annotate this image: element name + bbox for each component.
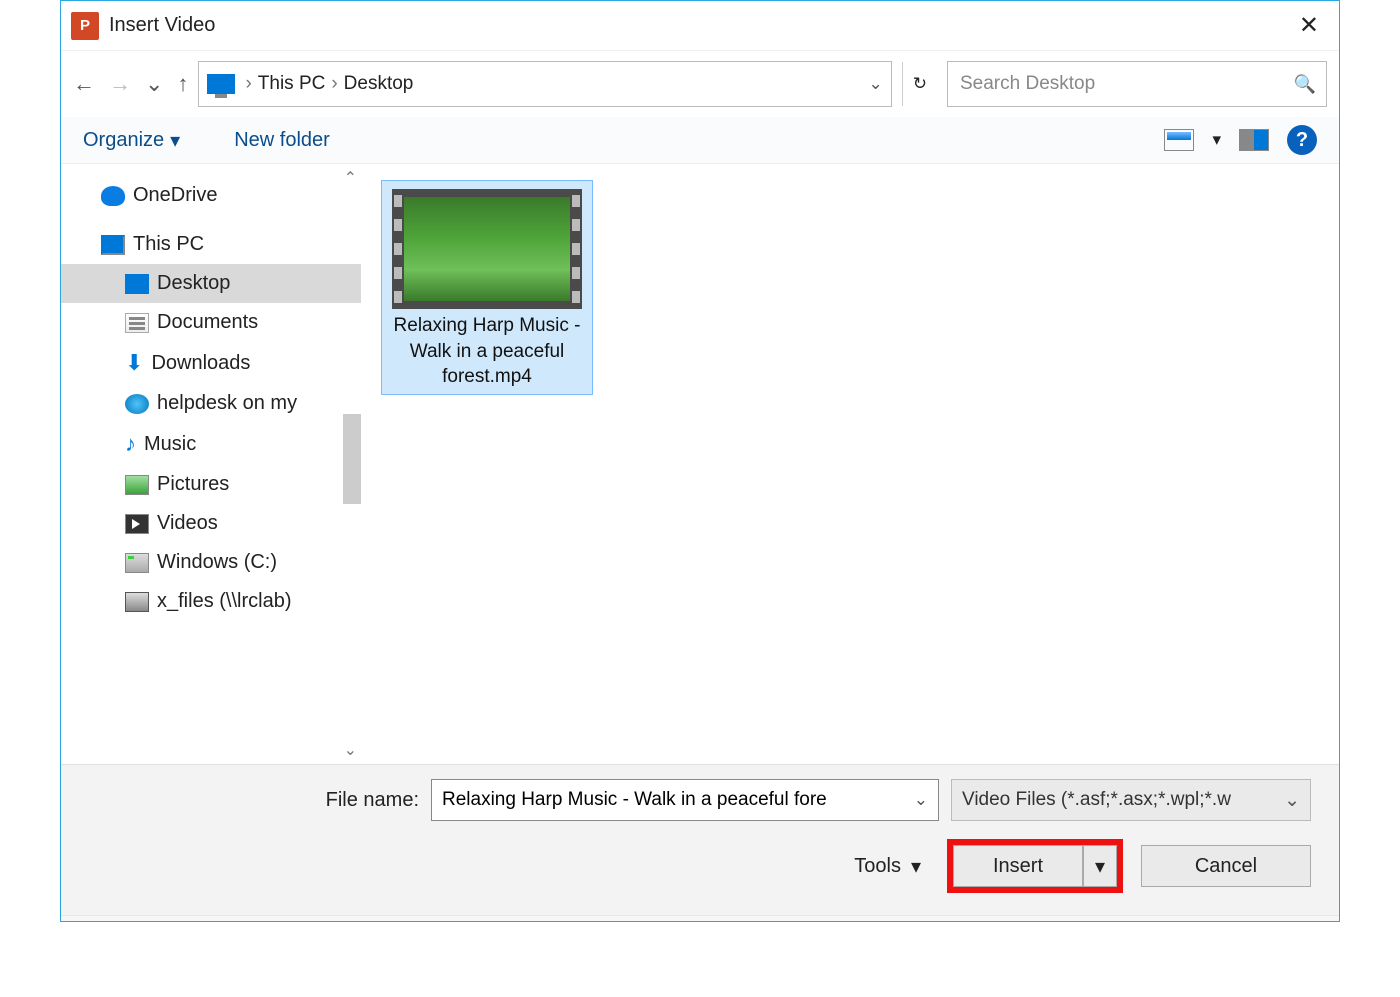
- tools-menu[interactable]: Tools ▾: [854, 854, 921, 879]
- forward-button[interactable]: →: [109, 71, 131, 97]
- tree-item-music[interactable]: ♪ Music: [61, 423, 361, 465]
- tree-item-label: Documents: [157, 311, 258, 334]
- refresh-icon: ↻: [913, 74, 927, 94]
- dialog-footer: File name: ⌄ Video Files (*.asf;*.asx;*.…: [61, 764, 1339, 915]
- title-bar: P Insert Video ✕: [61, 1, 1339, 51]
- filename-input[interactable]: [432, 789, 904, 811]
- address-dropdown-icon[interactable]: ⌄: [869, 74, 883, 94]
- button-row: Tools ▾ Insert ▾ Cancel: [89, 839, 1311, 893]
- tree-item-onedrive[interactable]: OneDrive: [61, 176, 361, 215]
- network-location-icon: [125, 394, 149, 414]
- breadcrumb-this-pc[interactable]: This PC: [258, 73, 326, 95]
- breadcrumb: › This PC › Desktop: [245, 73, 868, 95]
- local-disk-icon: [125, 553, 149, 573]
- close-button[interactable]: ✕: [1289, 7, 1329, 44]
- tree-item-label: Pictures: [157, 473, 229, 496]
- navigation-row: ← → ⌄ ↑ › This PC › Desktop ⌄ ↻ 🔍: [61, 51, 1339, 117]
- insert-dropdown-button[interactable]: ▾: [1083, 845, 1117, 887]
- file-name-label: Relaxing Harp Music - Walk in a peaceful…: [382, 313, 592, 390]
- documents-icon: [125, 313, 149, 333]
- pictures-icon: [125, 475, 149, 495]
- tree-item-helpdesk[interactable]: helpdesk on my: [61, 384, 361, 423]
- back-button[interactable]: ←: [73, 71, 95, 97]
- tree-item-label: Windows (C:): [157, 551, 277, 574]
- up-button[interactable]: ↑: [177, 71, 188, 97]
- tree-item-label: Desktop: [157, 272, 230, 295]
- tree-item-pictures[interactable]: Pictures: [61, 465, 361, 504]
- file-list[interactable]: Relaxing Harp Music - Walk in a peaceful…: [361, 164, 1339, 764]
- scroll-up-button[interactable]: ⌃: [344, 168, 357, 188]
- breadcrumb-sep: ›: [245, 73, 251, 95]
- status-bar: [61, 915, 1339, 921]
- dialog-title: Insert Video: [109, 14, 1289, 37]
- chevron-down-icon: ▾: [170, 128, 180, 153]
- music-icon: ♪: [125, 431, 136, 457]
- tree-item-label: helpdesk on my: [157, 392, 297, 415]
- new-folder-button[interactable]: New folder: [234, 129, 330, 152]
- pc-icon: [101, 235, 125, 255]
- tree-item-label: Downloads: [151, 352, 250, 375]
- toolbar: Organize ▾ New folder ▾ ?: [61, 117, 1339, 164]
- chevron-down-icon[interactable]: ⌄: [904, 790, 938, 810]
- organize-label: Organize: [83, 129, 164, 152]
- tree-item-label: This PC: [133, 233, 204, 256]
- tree-item-label: OneDrive: [133, 184, 217, 207]
- address-bar[interactable]: › This PC › Desktop ⌄: [198, 61, 891, 107]
- cancel-button[interactable]: Cancel: [1141, 845, 1311, 887]
- tree-item-label: x_files (\\lrclab): [157, 590, 291, 613]
- tree-item-videos[interactable]: Videos: [61, 504, 361, 543]
- recent-locations-dropdown[interactable]: ⌄: [145, 71, 163, 97]
- tree-item-documents[interactable]: Documents: [61, 303, 361, 342]
- powerpoint-icon: P: [71, 12, 99, 40]
- file-type-filter[interactable]: Video Files (*.asf;*.asx;*.wpl;*.w ⌄: [951, 779, 1311, 821]
- scroll-down-button[interactable]: ⌄: [344, 740, 357, 760]
- videos-icon: [125, 514, 149, 534]
- preview-pane-button[interactable]: [1239, 129, 1269, 151]
- tree-item-label: Videos: [157, 512, 218, 535]
- chevron-down-icon: ⌄: [1284, 789, 1300, 812]
- nav-arrow-group: ← → ⌄ ↑: [73, 71, 188, 97]
- chevron-down-icon: ▾: [911, 854, 921, 879]
- file-item[interactable]: Relaxing Harp Music - Walk in a peaceful…: [381, 180, 593, 395]
- search-icon: 🔍: [1294, 74, 1316, 95]
- chevron-down-icon[interactable]: ▾: [1212, 130, 1221, 150]
- tree-item-xfiles[interactable]: x_files (\\lrclab): [61, 582, 361, 621]
- tree-item-this-pc[interactable]: This PC: [61, 225, 361, 264]
- help-button[interactable]: ?: [1287, 125, 1317, 155]
- onedrive-icon: [101, 186, 125, 206]
- video-thumbnail: [392, 189, 582, 309]
- download-icon: ⬇: [125, 350, 143, 376]
- view-mode-button[interactable]: [1164, 129, 1194, 151]
- refresh-button[interactable]: ↻: [902, 62, 937, 106]
- navigation-tree: ⌃ OneDrive This PC Desktop Documents ⬇ D…: [61, 164, 361, 764]
- network-drive-icon: [125, 592, 149, 612]
- file-type-label: Video Files (*.asf;*.asx;*.wpl;*.w: [962, 789, 1231, 811]
- this-pc-icon: [207, 74, 235, 94]
- filename-row: File name: ⌄ Video Files (*.asf;*.asx;*.…: [89, 779, 1311, 821]
- main-area: ⌃ OneDrive This PC Desktop Documents ⬇ D…: [61, 164, 1339, 764]
- filename-label: File name:: [89, 789, 419, 812]
- tools-label: Tools: [854, 855, 901, 878]
- tree-item-downloads[interactable]: ⬇ Downloads: [61, 342, 361, 384]
- organize-menu[interactable]: Organize ▾: [83, 128, 180, 153]
- search-box[interactable]: 🔍: [947, 61, 1327, 107]
- breadcrumb-desktop[interactable]: Desktop: [344, 73, 414, 95]
- desktop-icon: [125, 274, 149, 294]
- tree-item-desktop[interactable]: Desktop: [61, 264, 361, 303]
- tree-item-label: Music: [144, 433, 196, 456]
- insert-button[interactable]: Insert: [953, 845, 1083, 887]
- filename-combobox[interactable]: ⌄: [431, 779, 939, 821]
- insert-button-highlight: Insert ▾: [947, 839, 1123, 893]
- insert-video-dialog: P Insert Video ✕ ← → ⌄ ↑ › This PC › Des…: [60, 0, 1340, 922]
- tree-item-windows-c[interactable]: Windows (C:): [61, 543, 361, 582]
- breadcrumb-sep: ›: [331, 73, 337, 95]
- search-input[interactable]: [958, 72, 1294, 96]
- scrollbar-thumb[interactable]: [343, 414, 361, 504]
